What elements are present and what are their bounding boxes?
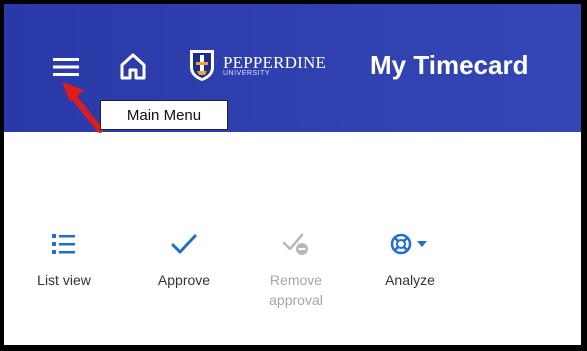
action-toolbar: List view Approve Remove approval Analyz…	[4, 226, 581, 336]
remove-approval-label: Remove approval	[269, 272, 323, 308]
chevron-down-icon	[417, 241, 427, 247]
app-frame: PEPPERDINE UNIVERSITY My Timecard Main M…	[4, 4, 581, 345]
university-crest-icon	[190, 50, 214, 81]
logo-name: PEPPERDINE	[223, 52, 327, 72]
home-button[interactable]	[115, 48, 151, 84]
remove-approval-button[interactable]: Remove approval	[256, 226, 336, 310]
analyze-button[interactable]: Analyze	[370, 226, 450, 290]
approve-button[interactable]: Approve	[144, 226, 224, 290]
page-title: My Timecard	[370, 50, 529, 80]
checkmark-icon	[171, 234, 197, 254]
analyze-label: Analyze	[385, 272, 435, 288]
home-icon	[120, 53, 146, 80]
approve-label: Approve	[157, 272, 211, 288]
list-view-icon	[52, 234, 75, 254]
main-menu-button[interactable]	[47, 52, 85, 82]
university-logo[interactable]: PEPPERDINE UNIVERSITY	[187, 44, 347, 86]
analyze-icon	[390, 233, 427, 255]
hamburger-menu-icon	[53, 58, 79, 76]
remove-approval-icon	[282, 233, 308, 255]
list-view-label: List view	[37, 272, 91, 288]
main-menu-tooltip: Main Menu	[100, 100, 228, 130]
list-view-button[interactable]: List view	[24, 226, 104, 290]
